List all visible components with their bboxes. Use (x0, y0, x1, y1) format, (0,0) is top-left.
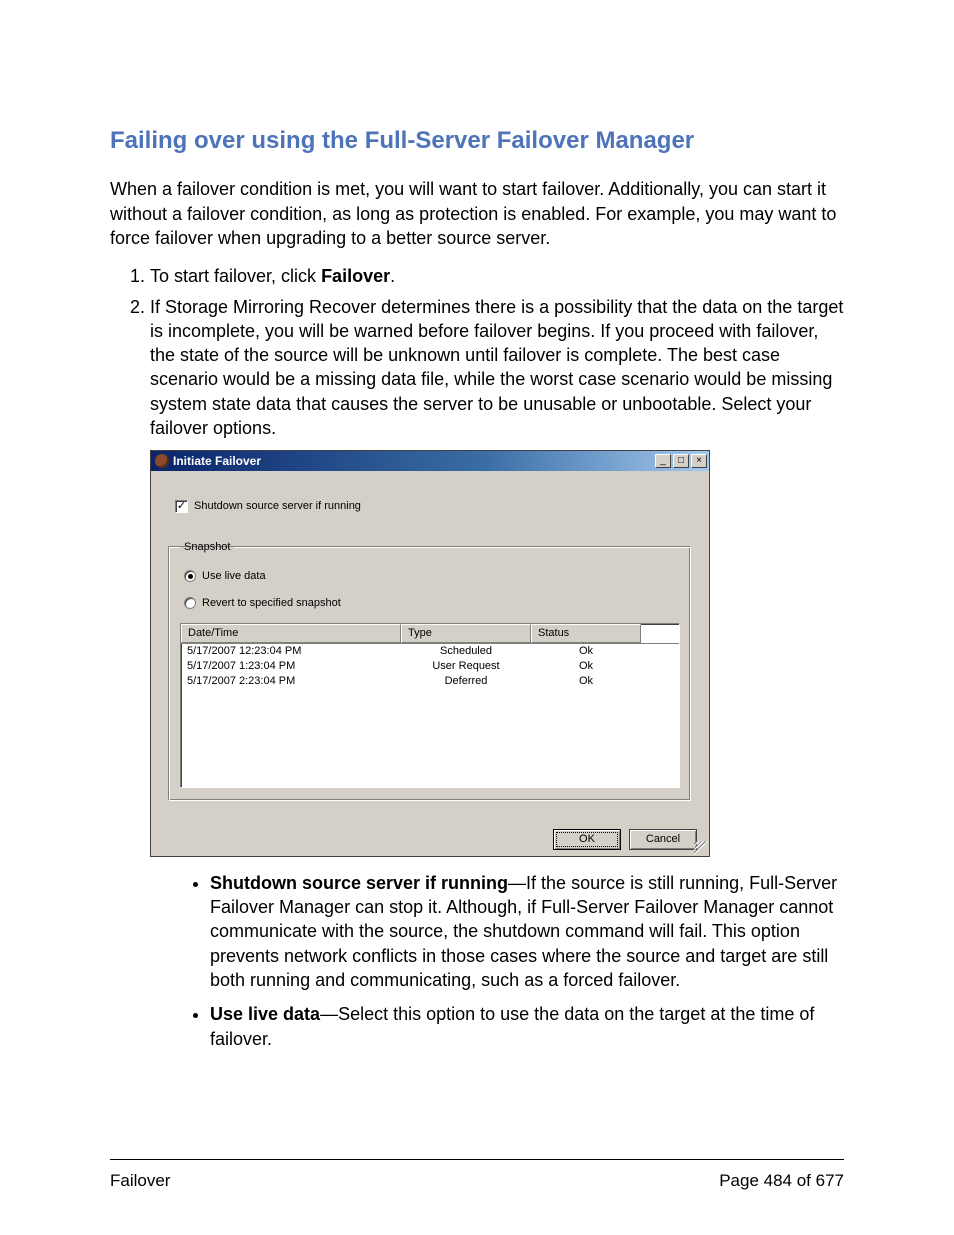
dialog-titlebar: Initiate Failover _ □ × (151, 451, 709, 471)
shutdown-checkbox[interactable]: ✓ (175, 500, 188, 513)
list-item[interactable]: 5/17/2007 2:23:04 PM Deferred Ok (181, 674, 679, 689)
snapshot-group: Snapshot Use live data Revert to specifi… (169, 540, 691, 801)
shutdown-checkbox-row[interactable]: ✓ Shutdown source server if running (175, 499, 691, 514)
use-live-data-radio[interactable] (184, 570, 196, 582)
bullet-shutdown: Shutdown source server if running—If the… (210, 871, 844, 992)
maximize-button[interactable]: □ (673, 454, 689, 468)
cell-type: User Request (401, 659, 531, 674)
step-1-bold: Failover (321, 266, 390, 286)
bullet-use-live-data: Use live data—Select this option to use … (210, 1002, 844, 1051)
snapshot-list-header: Date/Time Type Status (181, 624, 679, 644)
steps-list: To start failover, click Failover. If St… (122, 264, 844, 1051)
use-live-data-radio-row[interactable]: Use live data (184, 569, 680, 584)
revert-snapshot-radio-row[interactable]: Revert to specified snapshot (184, 596, 680, 611)
cell-datetime: 5/17/2007 1:23:04 PM (181, 659, 401, 674)
cell-datetime: 5/17/2007 2:23:04 PM (181, 674, 401, 689)
page-heading: Failing over using the Full-Server Failo… (110, 125, 844, 157)
shutdown-checkbox-label: Shutdown source server if running (194, 499, 361, 514)
step-1-pre: To start failover, click (150, 266, 321, 286)
snapshot-list[interactable]: Date/Time Type Status 5/17/2007 12:23:04… (180, 623, 680, 788)
col-status[interactable]: Status (531, 624, 641, 643)
use-live-data-label: Use live data (202, 569, 266, 584)
cell-type: Scheduled (401, 644, 531, 659)
app-icon (155, 454, 169, 468)
list-item[interactable]: 5/17/2007 1:23:04 PM User Request Ok (181, 659, 679, 674)
cell-status: Ok (531, 644, 641, 659)
col-datetime[interactable]: Date/Time (181, 624, 401, 643)
revert-snapshot-radio[interactable] (184, 597, 196, 609)
resize-grip-icon[interactable] (694, 841, 708, 855)
step-2-text: If Storage Mirroring Recover determines … (150, 297, 843, 438)
step-1: To start failover, click Failover. (150, 264, 844, 288)
minimize-button[interactable]: _ (655, 454, 671, 468)
col-type[interactable]: Type (401, 624, 531, 643)
revert-snapshot-label: Revert to specified snapshot (202, 596, 341, 611)
list-item[interactable]: 5/17/2007 12:23:04 PM Scheduled Ok (181, 644, 679, 659)
bullet-live-term: Use live data (210, 1004, 320, 1024)
page-footer: Failover Page 484 of 677 (110, 1159, 844, 1193)
initiate-failover-dialog: Initiate Failover _ □ × ✓ Shutdown sourc… (150, 450, 710, 856)
ok-button[interactable]: OK (553, 829, 621, 850)
snapshot-legend: Snapshot (180, 540, 234, 555)
footer-right: Page 484 of 677 (719, 1170, 844, 1193)
bullet-shutdown-term: Shutdown source server if running (210, 873, 508, 893)
dialog-title: Initiate Failover (173, 453, 655, 469)
cell-type: Deferred (401, 674, 531, 689)
intro-paragraph: When a failover condition is met, you wi… (110, 177, 844, 250)
footer-left: Failover (110, 1170, 170, 1193)
cell-status: Ok (531, 659, 641, 674)
cell-status: Ok (531, 674, 641, 689)
cancel-button[interactable]: Cancel (629, 829, 697, 850)
cell-datetime: 5/17/2007 12:23:04 PM (181, 644, 401, 659)
close-button[interactable]: × (691, 454, 707, 468)
option-bullets: Shutdown source server if running—If the… (150, 871, 844, 1051)
step-2: If Storage Mirroring Recover determines … (150, 295, 844, 1051)
step-1-post: . (390, 266, 395, 286)
